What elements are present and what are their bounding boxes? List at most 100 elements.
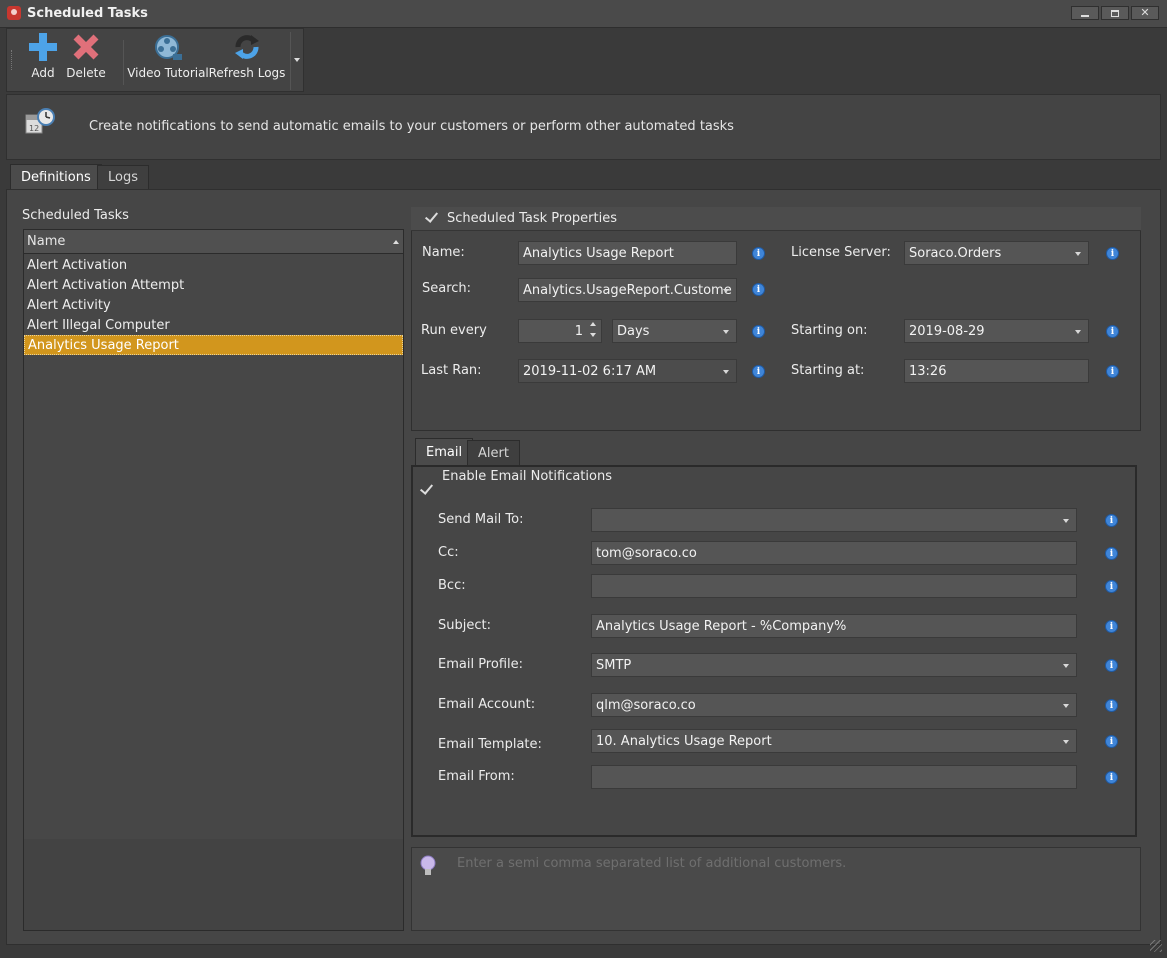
resize-grip[interactable]: [1150, 940, 1162, 952]
list-column-header[interactable]: Name: [24, 230, 403, 254]
toolbar-overflow-button[interactable]: [290, 32, 302, 90]
video-tutorial-label: Video Tutorial: [127, 66, 209, 80]
run-every-label: Run every: [421, 323, 487, 338]
search-value: Analytics.UsageReport.Custome: [523, 282, 732, 298]
tip-text: Enter a semi comma separated list of add…: [457, 856, 847, 871]
tab-logs-label: Logs: [108, 170, 138, 185]
info-icon[interactable]: i: [1105, 735, 1118, 748]
info-icon[interactable]: i: [1105, 580, 1118, 593]
email-profile-label: Email Profile:: [438, 657, 524, 672]
bcc-field[interactable]: [591, 574, 1077, 598]
info-icon[interactable]: i: [1105, 659, 1118, 672]
enable-email-label: Enable Email Notifications: [442, 469, 612, 484]
starting-at-value: 13:26: [909, 363, 947, 379]
send-mail-to-dropdown[interactable]: [591, 508, 1077, 532]
info-icon[interactable]: i: [752, 365, 765, 378]
name-value: Analytics Usage Report: [523, 245, 674, 261]
refresh-logs-label: Refresh Logs: [208, 66, 286, 80]
cc-field[interactable]: tom@soraco.co: [591, 541, 1077, 565]
run-unit-dropdown[interactable]: Days: [612, 319, 737, 343]
enable-email-checkbox[interactable]: [419, 483, 433, 497]
tab-alert[interactable]: Alert: [467, 440, 520, 465]
maximize-button[interactable]: [1101, 6, 1129, 20]
tab-email-label: Email: [426, 445, 463, 460]
video-tutorial-button[interactable]: Video Tutorial: [127, 32, 209, 90]
list-empty-area: [24, 839, 403, 930]
task-list-title: Scheduled Tasks: [22, 208, 129, 223]
tab-alert-label: Alert: [478, 445, 509, 461]
video-reel-icon: [155, 35, 182, 60]
name-field[interactable]: Analytics Usage Report: [518, 241, 737, 265]
add-icon: [29, 33, 57, 61]
svg-text:12: 12: [29, 124, 39, 133]
tab-definitions-label: Definitions: [21, 170, 91, 185]
tab-logs[interactable]: Logs: [97, 165, 149, 189]
subject-label: Subject:: [438, 618, 491, 633]
list-item[interactable]: Alert Activation: [24, 255, 403, 275]
info-icon[interactable]: i: [1105, 547, 1118, 560]
last-ran-label: Last Ran:: [421, 363, 482, 378]
info-icon[interactable]: i: [1105, 771, 1118, 784]
last-ran-date-picker[interactable]: 2019-11-02 6:17 AM: [518, 359, 737, 383]
cc-label: Cc:: [438, 545, 459, 560]
column-name-label: Name: [27, 234, 66, 249]
email-from-field[interactable]: [591, 765, 1077, 789]
toolbar-grip[interactable]: [11, 50, 14, 70]
email-profile-value: SMTP: [596, 657, 632, 673]
stepper-up-icon[interactable]: [590, 322, 596, 326]
tab-email[interactable]: Email: [415, 438, 474, 466]
license-server-dropdown[interactable]: Soraco.Orders: [904, 241, 1089, 265]
close-button[interactable]: ✕: [1131, 6, 1159, 20]
license-server-value: Soraco.Orders: [909, 245, 1002, 261]
stepper-down-icon[interactable]: [590, 333, 596, 337]
starting-on-label: Starting on:: [791, 323, 868, 338]
info-icon[interactable]: i: [752, 283, 765, 296]
title-bar: [0, 0, 1167, 28]
minimize-button[interactable]: [1071, 6, 1099, 20]
info-icon[interactable]: i: [1106, 247, 1119, 260]
starting-on-value: 2019-08-29: [909, 323, 985, 339]
run-every-value: 1: [574, 323, 583, 339]
email-template-value: 10. Analytics Usage Report: [596, 733, 772, 749]
info-icon[interactable]: i: [752, 325, 765, 338]
subject-field[interactable]: Analytics Usage Report - %Company%: [591, 614, 1077, 638]
list-item[interactable]: Alert Activation Attempt: [24, 275, 403, 295]
info-icon[interactable]: i: [752, 247, 765, 260]
list-item[interactable]: Alert Activity: [24, 295, 403, 315]
search-dropdown[interactable]: Analytics.UsageReport.Custome: [518, 278, 737, 302]
lightbulb-icon: [420, 855, 436, 875]
starting-at-time-field[interactable]: 13:26: [904, 359, 1089, 383]
email-account-dropdown[interactable]: qlm@soraco.co: [591, 693, 1077, 717]
banner-text: Create notifications to send automatic e…: [89, 119, 734, 134]
email-profile-dropdown[interactable]: SMTP: [591, 653, 1077, 677]
close-icon: ✕: [1140, 6, 1150, 19]
info-icon[interactable]: i: [1105, 514, 1118, 527]
delete-button[interactable]: Delete: [66, 32, 106, 90]
info-icon[interactable]: i: [1105, 620, 1118, 633]
starting-at-label: Starting at:: [791, 363, 865, 378]
cc-value: tom@soraco.co: [596, 545, 697, 561]
email-account-label: Email Account:: [438, 697, 536, 712]
list-item-selected[interactable]: Analytics Usage Report: [24, 335, 403, 355]
add-button[interactable]: Add: [26, 32, 60, 90]
toolbar-separator: [123, 40, 124, 85]
starting-on-date-picker[interactable]: 2019-08-29: [904, 319, 1089, 343]
scheduler-clock-icon: 12: [25, 108, 55, 134]
info-icon[interactable]: i: [1105, 699, 1118, 712]
sort-ascending-icon: [393, 240, 399, 244]
run-unit-value: Days: [617, 323, 650, 339]
info-icon[interactable]: i: [1106, 365, 1119, 378]
delete-icon: [73, 34, 99, 60]
list-item[interactable]: Alert Illegal Computer: [24, 315, 403, 335]
tab-definitions[interactable]: Definitions: [10, 164, 102, 190]
info-icon[interactable]: i: [1106, 325, 1119, 338]
properties-enabled-checkbox[interactable]: [424, 211, 438, 225]
delete-label: Delete: [66, 66, 106, 80]
subject-value: Analytics Usage Report - %Company%: [596, 618, 847, 634]
bcc-label: Bcc:: [438, 578, 466, 593]
license-server-label: License Server:: [791, 245, 891, 260]
add-label: Add: [31, 66, 55, 80]
email-template-dropdown[interactable]: 10. Analytics Usage Report: [591, 729, 1077, 753]
email-template-label: Email Template:: [438, 737, 542, 752]
refresh-logs-button[interactable]: Refresh Logs: [208, 32, 286, 90]
